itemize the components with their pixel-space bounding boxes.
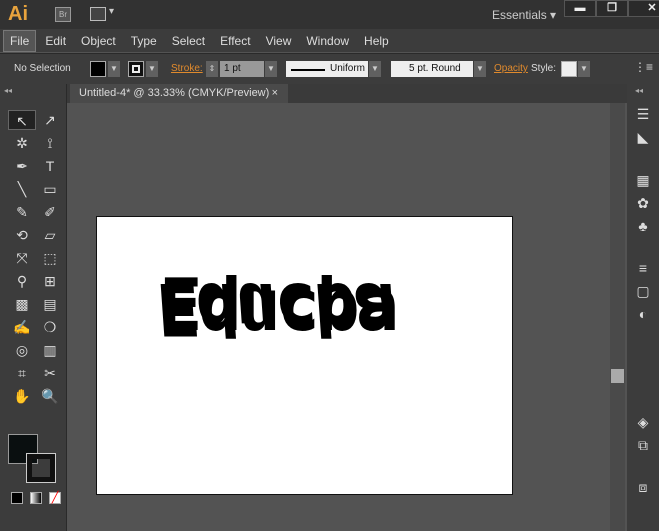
panel-menu-icon[interactable]: ⋮≡ [634,60,653,74]
width-tool[interactable]: ⚲ [8,271,36,291]
menu-view[interactable]: View [260,31,298,51]
line-tool[interactable]: ╲ [8,179,36,199]
slice-tool[interactable]: ✂ [36,363,64,383]
menu-effect[interactable]: Effect [214,31,256,51]
swatches-panel-icon[interactable]: ▦ [630,172,656,195]
blend-tool[interactable]: ❍ [36,317,64,337]
blob-brush-tool[interactable]: ⟲ [8,225,36,245]
document-tab[interactable]: Untitled-4* @ 33.33% (CMYK/Preview) × [70,84,288,103]
symbols-panel-icon[interactable]: ♣ [630,218,656,241]
vertical-scrollbar[interactable] [610,103,625,531]
paintbrush-tool[interactable]: ✎ [8,202,36,222]
shape-builder-tool[interactable]: ▩ [8,294,36,314]
layers-panel-icon[interactable]: ◈ [630,414,656,437]
menu-file[interactable]: File [3,29,37,52]
control-panel: No Selection ▼ ▼ Stroke: ⇕ 1 pt ▼ Unifor… [0,53,659,84]
gradient-tool[interactable]: ▤ [36,294,64,314]
fill-swatch[interactable] [90,61,106,77]
stroke-swatch-dropdown[interactable]: ▼ [146,61,158,77]
tools-panel: ◂◂ ↖ ↗ ✲ ⟟ ✒ T ╲ ▭ ✎ ✐ ⟲ ▱ ⤧ ⬚ ⚲ ⊞ ▩ ▤ ✍… [0,84,67,531]
opacity-link[interactable]: Opacity [494,63,528,74]
workspace-switcher[interactable]: Essentials ▾ [492,8,556,22]
hand-tool[interactable]: ✋ [8,386,36,406]
profile-dropdown[interactable]: ▼ [369,61,381,77]
educba-reflection[interactable]: Educba [154,267,396,351]
eyedropper-tool[interactable]: ✍ [8,317,36,337]
transform-panel-icon[interactable]: ⧈ [630,479,656,502]
workspace-label: Essentials [492,8,547,22]
brush-definition[interactable]: 5 pt. Round [391,61,473,77]
zoom-tool[interactable]: 🔍 [36,386,64,406]
stroke-label[interactable]: Stroke: [171,63,203,74]
expand-panels-icon[interactable]: ◂◂ [627,84,659,97]
maximize-button[interactable]: ❐ [596,0,628,17]
pen-tool[interactable]: ✒ [8,156,36,176]
menu-object[interactable]: Object [75,31,122,51]
gradient-mode-button[interactable] [30,492,42,504]
menu-bar: File Edit Object Type Select Effect View… [0,29,659,52]
menu-window[interactable]: Window [300,31,355,51]
collapse-icon[interactable]: ◂◂ [0,84,66,97]
rotate-tool[interactable]: ⤧ [8,248,36,268]
right-panel-dock: ◂◂ ☰ ◣ ▦ ✿ ♣ ≡ ▢ ◐ ◈ ⧉ ⧈ [627,84,659,531]
color-panel-icon[interactable]: ☰ [630,106,656,129]
tool-grid: ↖ ↗ ✲ ⟟ ✒ T ╲ ▭ ✎ ✐ ⟲ ▱ ⤧ ⬚ ⚲ ⊞ ▩ ▤ ✍ ❍ … [8,110,64,406]
app-logo: Ai [8,3,28,25]
close-tab-icon[interactable]: × [272,84,278,103]
selection-status: No Selection [14,63,71,74]
stroke-weight-dropdown[interactable]: ▼ [265,61,277,77]
arrange-documents-button[interactable] [90,6,114,21]
close-button[interactable]: ✕ [628,0,659,17]
gradient-panel-icon[interactable]: ▢ [630,283,656,306]
lasso-tool[interactable]: ⟟ [36,133,64,153]
symbol-sprayer-tool[interactable]: ◎ [8,340,36,360]
stroke-weight-input[interactable]: 1 pt [220,61,264,77]
transparency-panel-icon[interactable]: ◐ [630,306,656,329]
color-mode-button[interactable] [11,492,23,504]
type-tool[interactable]: T [36,156,64,176]
document-tab-bar: Untitled-4* @ 33.33% (CMYK/Preview) × [67,84,627,103]
eraser-tool[interactable]: ▱ [36,225,64,245]
selection-tool[interactable]: ↖ [8,110,36,130]
stroke-panel-icon[interactable]: ≡ [630,260,656,283]
style-label: Style: [531,63,557,74]
direct-selection-tool[interactable]: ↗ [36,110,64,130]
fill-dropdown[interactable]: ▼ [108,61,120,77]
column-graph-tool[interactable]: ▥ [36,340,64,360]
document-tab-title: Untitled-4* @ 33.33% (CMYK/Preview) [79,87,270,99]
none-mode-button[interactable]: ╱ [49,492,61,504]
stroke-color-swatch[interactable] [26,453,56,483]
style-dropdown[interactable]: ▼ [578,61,590,77]
stroke-swatch[interactable] [128,61,144,77]
artboard[interactable]: Educba Educba [96,216,513,495]
bridge-button[interactable]: Br [55,7,71,22]
menu-type[interactable]: Type [125,31,163,51]
minimize-button[interactable]: ▬ [564,0,596,17]
magic-wand-tool[interactable]: ✲ [8,133,36,153]
pencil-tool[interactable]: ✐ [36,202,64,222]
profile-line-icon [291,69,325,71]
menu-help[interactable]: Help [358,31,395,51]
artboard-tool[interactable]: ⌗ [8,363,36,383]
artboards-panel-icon[interactable]: ⧉ [630,437,656,460]
title-bar: Ai Br Essentials ▾ ▬ ❐ ✕ [0,0,659,29]
scrollbar-thumb[interactable] [611,369,624,383]
menu-select[interactable]: Select [166,31,211,51]
brushes-panel-icon[interactable]: ✿ [630,195,656,218]
brush-dropdown[interactable]: ▼ [474,61,486,77]
menu-edit[interactable]: Edit [39,31,72,51]
scale-tool[interactable]: ⬚ [36,248,64,268]
rectangle-tool[interactable]: ▭ [36,179,64,199]
graphic-style-swatch[interactable] [561,61,577,77]
color-guide-panel-icon[interactable]: ◣ [630,129,656,152]
free-transform-tool[interactable]: ⊞ [36,271,64,291]
stroke-stepper[interactable]: ⇕ [206,61,218,77]
